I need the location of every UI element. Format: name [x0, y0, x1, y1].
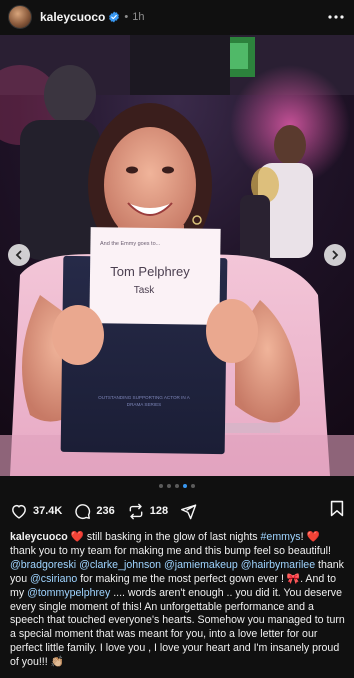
caption-emoji: 🎀 — [286, 572, 301, 585]
bookmark-button[interactable] — [330, 500, 344, 522]
carousel-dot-active — [183, 484, 187, 488]
carousel-dot — [175, 484, 179, 488]
repost-icon — [129, 503, 143, 519]
like-button[interactable]: 37.4K — [10, 503, 62, 519]
caption-username[interactable]: kaleycuoco — [10, 531, 68, 543]
card-title-text: Task — [134, 285, 156, 296]
caption-text: still basking in the glow of last nights — [83, 531, 261, 543]
caption-mention[interactable]: @bradgoreski — [10, 559, 76, 571]
username[interactable]: kaleycuoco — [40, 10, 105, 24]
carousel-dot — [159, 484, 163, 488]
post-actions: 37.4K 236 128 — [0, 499, 354, 523]
caption-mention[interactable]: @csiriano — [30, 573, 77, 585]
comment-count: 236 — [96, 505, 115, 517]
repost-count: 128 — [149, 505, 169, 517]
chevron-left-icon — [15, 250, 22, 260]
caption-emoji: 👏🏼 — [50, 656, 64, 669]
post-caption: kaleycuoco ❤️ still basking in the glow … — [10, 531, 346, 670]
post-media[interactable]: OUTSTANDING SUPPORTING ACTOR IN A DRAMA … — [0, 35, 354, 476]
caption-hashtag[interactable]: #emmys — [261, 531, 301, 543]
carousel-prev-button[interactable] — [8, 244, 30, 266]
caption-emoji: ❤️ — [70, 531, 84, 543]
like-count: 37.4K — [33, 505, 63, 517]
caption-mention[interactable]: @hairbymarilee — [241, 559, 315, 571]
folder-text-1: OUTSTANDING SUPPORTING ACTOR IN A — [98, 395, 191, 400]
separator-dot: • — [124, 11, 129, 23]
carousel-next-button[interactable] — [324, 244, 346, 266]
card-header-text: And the Emmy goes to... — [100, 241, 161, 247]
chevron-right-icon — [332, 250, 339, 260]
carousel-dot — [167, 484, 171, 488]
bookmark-icon — [330, 500, 344, 517]
post-photo: OUTSTANDING SUPPORTING ACTOR IN A DRAMA … — [0, 35, 354, 476]
comment-icon — [75, 503, 91, 519]
avatar[interactable] — [8, 5, 32, 29]
comment-button[interactable]: 236 — [74, 503, 115, 520]
caption-text: thank you to my team for making me and t… — [10, 544, 331, 557]
caption-emoji: ❤️ — [306, 531, 320, 543]
send-icon — [181, 503, 197, 519]
heart-icon — [12, 504, 26, 519]
caption-mention[interactable]: @clarke_johnson — [79, 559, 161, 571]
folder-text-2: DRAMA SERIES — [127, 402, 161, 407]
carousel-indicator — [0, 484, 354, 488]
share-button[interactable] — [180, 503, 197, 520]
more-horizontal-icon — [328, 15, 344, 19]
card-name-text: Tom Pelphrey — [110, 264, 190, 279]
caption-text: for making me the most perfect gown ever… — [77, 572, 287, 585]
verified-badge-icon — [109, 11, 120, 23]
caption-mention[interactable]: @jamiemakeup — [164, 559, 238, 571]
carousel-dot — [191, 484, 195, 488]
post-header: kaleycuoco • 1h — [0, 0, 354, 34]
caption-mention[interactable]: @tommypelphrey — [27, 587, 110, 599]
more-options-button[interactable] — [326, 7, 346, 27]
post-time: 1h — [132, 11, 145, 23]
repost-button[interactable]: 128 — [127, 503, 168, 520]
